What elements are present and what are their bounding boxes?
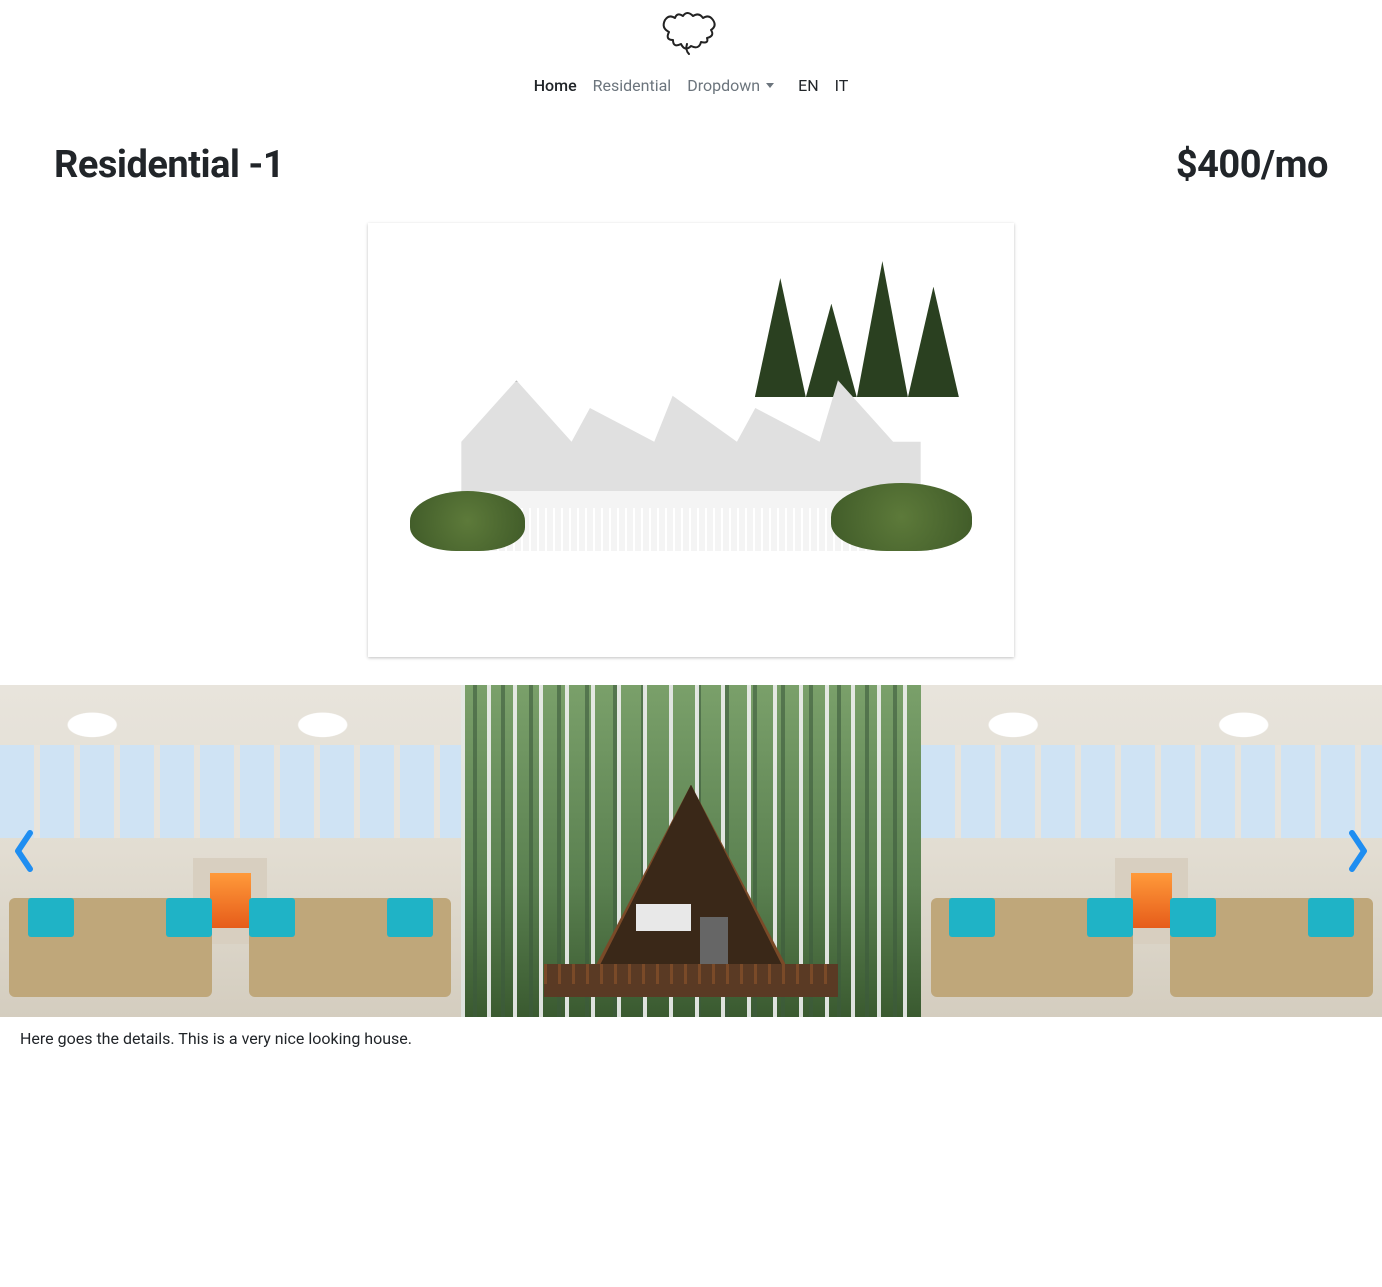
hero-image-wrap xyxy=(54,223,1328,657)
listing-container: Residential -1 $400/mo xyxy=(0,103,1382,657)
slide-windows xyxy=(921,745,1382,838)
navbar: Home Residential Dropdown EN IT xyxy=(0,0,1382,103)
listing-price: $400/mo xyxy=(1176,143,1328,187)
chevron-right-icon xyxy=(1344,829,1372,873)
nav-lang-en[interactable]: EN xyxy=(790,68,827,103)
page-title: Residential -1 xyxy=(54,143,284,187)
nav-links: Home Residential Dropdown EN IT xyxy=(526,68,857,103)
slide-pillow xyxy=(1170,898,1216,938)
nav-dropdown[interactable]: Dropdown xyxy=(679,68,782,103)
slide-pillow xyxy=(249,898,295,938)
slide-pillow xyxy=(1087,898,1133,938)
slide-pillow xyxy=(949,898,995,938)
slide-aframe-window xyxy=(636,904,691,931)
image-carousel xyxy=(0,685,1382,1017)
carousel-slide[interactable] xyxy=(461,685,922,1017)
nav-lang-it[interactable]: IT xyxy=(827,68,857,103)
carousel-slide[interactable] xyxy=(921,685,1382,1017)
carousel-next-button[interactable] xyxy=(1340,827,1376,875)
nav-home[interactable]: Home xyxy=(526,68,585,103)
slide-deck-rail xyxy=(544,964,839,984)
hero-image-bush xyxy=(410,491,525,551)
chevron-left-icon xyxy=(10,829,38,873)
hero-image-trees xyxy=(372,312,1010,397)
slide-windows xyxy=(0,745,461,838)
logo[interactable] xyxy=(659,10,723,58)
slide-pillow xyxy=(1308,898,1354,938)
hero-image xyxy=(368,223,1014,657)
nav-residential[interactable]: Residential xyxy=(585,68,680,103)
hero-image-bush xyxy=(831,483,971,551)
slide-pillow xyxy=(28,898,74,938)
title-row: Residential -1 $400/mo xyxy=(54,143,1328,187)
chevron-down-icon xyxy=(766,83,774,88)
slide-pillow xyxy=(387,898,433,938)
carousel-prev-button[interactable] xyxy=(6,827,42,875)
listing-details: Here goes the details. This is a very ni… xyxy=(0,1017,1382,1068)
nav-dropdown-label: Dropdown xyxy=(687,76,760,95)
slide-pillow xyxy=(166,898,212,938)
carousel-slide[interactable] xyxy=(0,685,461,1017)
logo-icon xyxy=(659,10,723,58)
